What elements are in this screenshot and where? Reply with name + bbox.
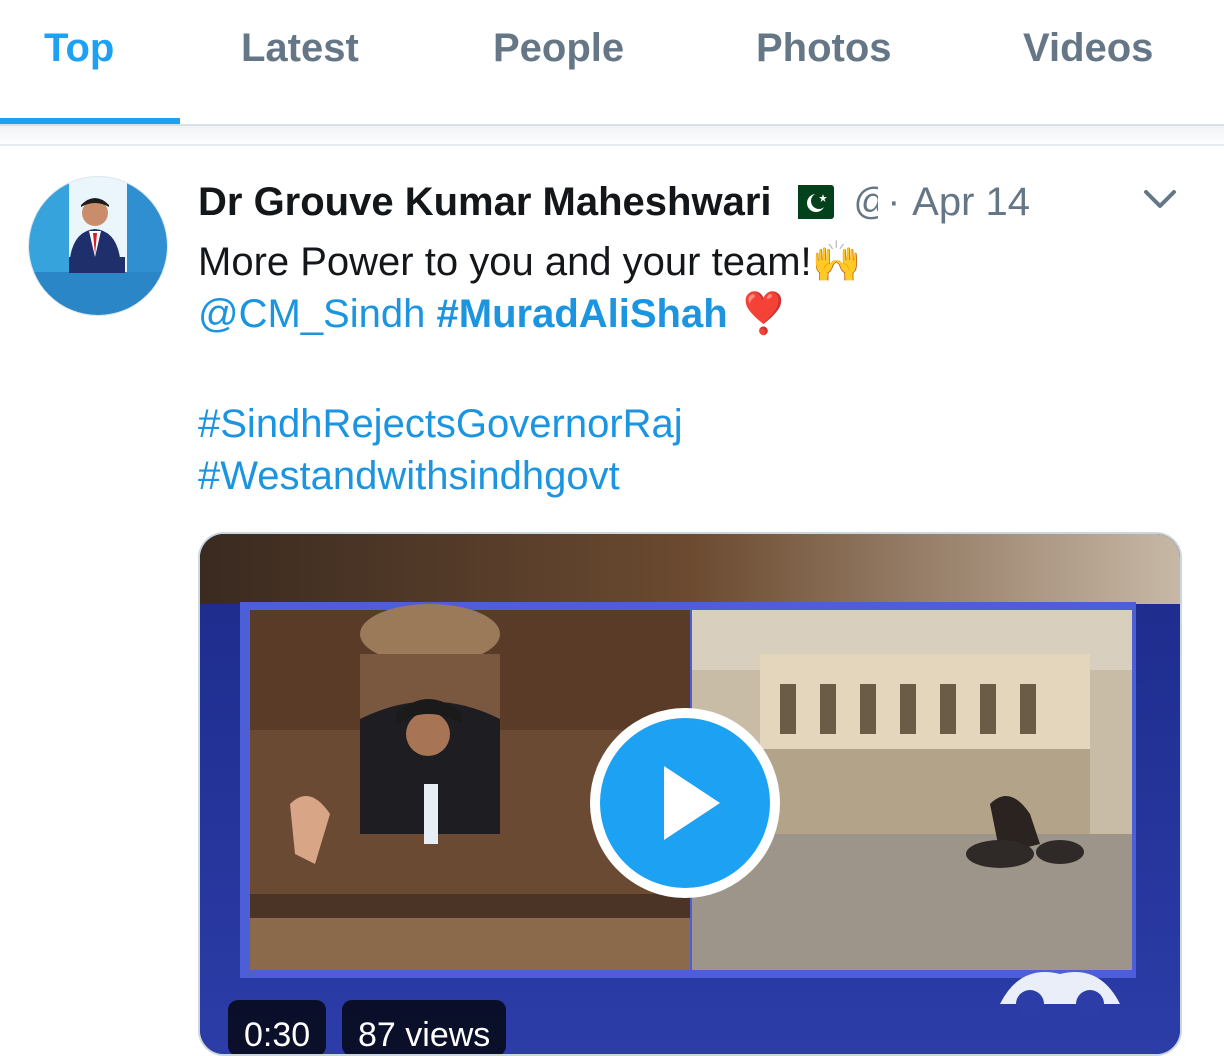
hashtag-link[interactable]: #MuradAliShah	[437, 292, 728, 336]
chevron-down-icon[interactable]	[1140, 184, 1180, 214]
tab-latest[interactable]: Latest	[241, 24, 359, 72]
tweet-mentions-line: @CM_Sindh #MuradAliShah ❣️	[198, 288, 789, 340]
divider	[0, 144, 1224, 146]
play-button[interactable]	[590, 708, 780, 898]
hashtag-link[interactable]: #SindhRejectsGovernorRaj	[198, 398, 683, 450]
tab-videos[interactable]: Videos	[1023, 24, 1153, 72]
tweet-text: More Power to you and your team!🙌	[198, 240, 862, 284]
separator-dot: ·	[887, 180, 901, 223]
tab-photos[interactable]: Photos	[756, 24, 892, 72]
author-name[interactable]: Dr Grouve Kumar Maheshwari	[198, 180, 772, 225]
author-handle[interactable]: @	[854, 181, 878, 224]
video-duration-badge: 0:30	[228, 1000, 327, 1054]
active-tab-indicator	[0, 118, 180, 124]
tabs-shadow	[0, 126, 1224, 146]
video-player[interactable]: 0:30 87 views	[198, 532, 1182, 1056]
play-icon	[664, 766, 720, 840]
tab-top[interactable]: Top	[44, 24, 114, 72]
avatar[interactable]	[28, 176, 168, 316]
tweet-header: Dr Grouve Kumar Maheshwari @ · Apr 14	[198, 178, 1030, 226]
search-tabs: Top Latest People Photos Videos	[0, 0, 1224, 126]
mention-link[interactable]: @CM_Sindh	[198, 292, 425, 336]
heart-emoji: ❣️	[738, 292, 789, 336]
pakistan-flag-icon	[785, 185, 834, 219]
hashtag-link[interactable]: #Westandwithsindhgovt	[198, 450, 620, 502]
tweet-date[interactable]: Apr 14	[912, 180, 1030, 225]
video-views-badge: 87 views	[342, 1000, 507, 1054]
tab-people[interactable]: People	[493, 24, 624, 72]
